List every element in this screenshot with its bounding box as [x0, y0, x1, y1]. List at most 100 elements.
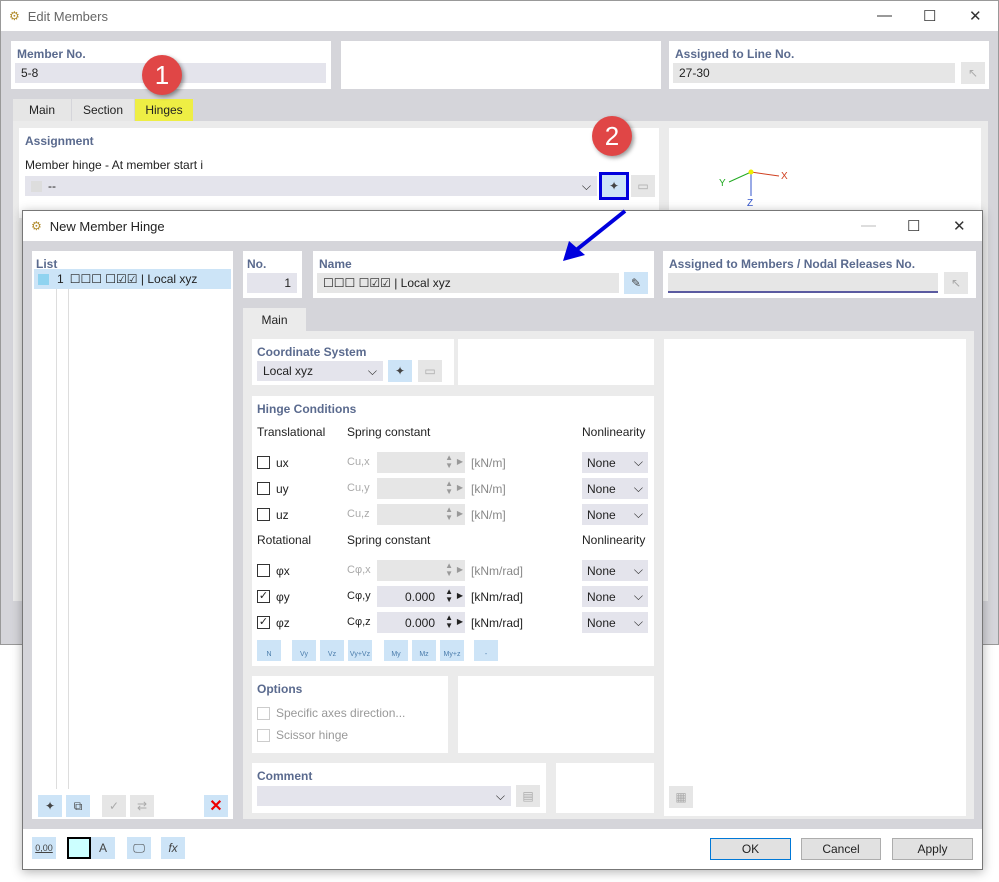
preset-4-button[interactable]: My [384, 640, 408, 661]
expand-arrow-icon[interactable]: ▶ [457, 617, 463, 626]
spinner-icon[interactable]: ▲ ▼ [445, 506, 453, 522]
check-items-button[interactable]: ✓ [102, 795, 126, 817]
delete-item-button[interactable]: ✕ [204, 795, 228, 817]
nonlinearity-select[interactable]: None ⌵ [582, 452, 648, 473]
spinner-icon[interactable]: ▲ ▼ [445, 588, 453, 604]
preset-label: - [484, 651, 488, 658]
dialog-title-bar: ⚙ New Member Hinge — ☐ ✕ [23, 211, 982, 241]
apply-button[interactable]: Apply [892, 838, 973, 860]
display-properties-button[interactable]: A [91, 837, 115, 859]
expand-arrow-icon[interactable]: ▶ [457, 591, 463, 600]
new-hinge-button[interactable]: ✦ [599, 172, 629, 200]
specific-axes-checkbox[interactable] [257, 707, 270, 720]
minimize-button[interactable]: — [877, 7, 892, 24]
preset-0-button[interactable]: N [257, 640, 281, 661]
close-button[interactable]: ✕ [953, 217, 966, 235]
close-button[interactable]: ✕ [969, 7, 982, 25]
assigned-input[interactable] [668, 273, 938, 293]
hinge-start-select[interactable]: -- ⌵ [25, 176, 597, 196]
units-button[interactable]: 0,00 [32, 837, 56, 859]
spring-constant-input[interactable]: ▲ ▼ ▶ [377, 560, 465, 581]
edit-name-button[interactable]: ✎ [624, 272, 648, 294]
φy-checkbox[interactable]: ✓ [257, 590, 270, 603]
hinge-conditions-label: Hinge Conditions [257, 402, 357, 416]
no-panel: No. 1 [243, 251, 302, 298]
renumber-button[interactable]: ⇄ [130, 795, 154, 817]
maximize-button[interactable]: ☐ [923, 7, 936, 25]
comment-library-button[interactable]: ▤ [516, 785, 540, 807]
axis-x-label: X [781, 171, 788, 182]
ux-checkbox[interactable] [257, 456, 270, 469]
maximize-button[interactable]: ☐ [907, 217, 920, 235]
nonlinearity-select[interactable]: None ⌵ [582, 586, 648, 607]
unit-label: [kN/m] [471, 482, 506, 496]
expand-arrow-icon[interactable]: ▶ [457, 457, 463, 466]
preset-5-button[interactable]: Mz [412, 640, 436, 661]
expand-arrow-icon[interactable]: ▶ [457, 483, 463, 492]
dof-label: φy [276, 590, 290, 604]
nonlinearity-select[interactable]: None ⌵ [582, 560, 648, 581]
unit-label: [kNm/rad] [471, 616, 524, 630]
φz-checkbox[interactable]: ✓ [257, 616, 270, 629]
ok-button[interactable]: OK [710, 838, 791, 860]
list-item[interactable]: 1 ☐☐☐ ☐☑☑ | Local xyz [34, 269, 231, 289]
cancel-button[interactable]: Cancel [801, 838, 881, 860]
spring-constant-input[interactable]: ▲ ▼ ▶ [377, 478, 465, 499]
assigned-line-input[interactable]: 27-30 [673, 63, 955, 83]
dialog-title: New Member Hinge [49, 218, 165, 234]
pick-members-button[interactable]: ↖ [944, 272, 968, 294]
preset-7-button[interactable]: - [474, 640, 498, 661]
minimize-button[interactable]: — [861, 217, 876, 234]
spinner-icon[interactable]: ▲ ▼ [445, 562, 453, 578]
spring-symbol: Cφ,y [347, 590, 371, 602]
spring-constant-input[interactable]: 0.000 ▲ ▼ ▶ [377, 612, 465, 633]
spring-symbol: Cφ,x [347, 564, 371, 576]
expand-arrow-icon[interactable]: ▶ [457, 565, 463, 574]
spring-constant-input[interactable]: ▲ ▼ ▶ [377, 452, 465, 473]
new-coord-button[interactable]: ✦ [388, 360, 412, 382]
options-panel: Options Specific axes direction... Sciss… [252, 676, 448, 753]
coord-label: Coordinate System [257, 345, 367, 359]
scissor-hinge-checkbox[interactable] [257, 729, 270, 742]
φx-checkbox[interactable] [257, 564, 270, 577]
preset-2-button[interactable]: Vz [320, 640, 344, 661]
blank-panel [341, 41, 661, 89]
coord-select[interactable]: Local xyz ⌵ [257, 361, 383, 381]
comment-input[interactable]: ⌵ [257, 786, 511, 806]
name-input[interactable]: ☐☐☐ ☐☑☑ | Local xyz [317, 273, 619, 293]
edit-hinge-button[interactable]: ▭ [631, 175, 655, 197]
expand-arrow-icon[interactable]: ▶ [457, 509, 463, 518]
nonlinearity-select[interactable]: None ⌵ [582, 612, 648, 633]
spring-symbol: Cu,x [347, 456, 370, 468]
tab-section[interactable]: Section [72, 99, 134, 121]
new-item-button[interactable]: ✦ [38, 795, 62, 817]
spring-constant-input[interactable]: 0.000 ▲ ▼ ▶ [377, 586, 465, 607]
preset-1-button[interactable]: Vy [292, 640, 316, 661]
view-button[interactable]: 🖵 [127, 837, 151, 859]
tab-main[interactable]: Main [243, 308, 306, 331]
tab-main[interactable]: Main [13, 99, 71, 121]
edit-coord-button[interactable]: ▭ [418, 360, 442, 382]
uy-checkbox[interactable] [257, 482, 270, 495]
spinner-icon[interactable]: ▲ ▼ [445, 614, 453, 630]
spinner-icon[interactable]: ▲ ▼ [445, 480, 453, 496]
spring-value: 0.000 [404, 615, 435, 630]
no-input[interactable]: 1 [247, 273, 297, 293]
color-button[interactable] [67, 837, 91, 859]
spring-constant-input[interactable]: ▲ ▼ ▶ [377, 504, 465, 525]
tab-hinges[interactable]: Hinges [135, 99, 193, 121]
hinge-start-label: Member hinge - At member start i [25, 158, 204, 172]
graphics-panel: ▦ [664, 339, 966, 816]
app-icon: ⚙ [9, 9, 20, 23]
graphics-options-button[interactable]: ▦ [669, 786, 693, 808]
preset-3-button[interactable]: Vy+Vz [348, 640, 372, 661]
copy-item-button[interactable]: ⧉ [66, 795, 90, 817]
spinner-icon[interactable]: ▲ ▼ [445, 454, 453, 470]
preset-6-button[interactable]: My+z [440, 640, 464, 661]
preset-label: My [391, 651, 401, 658]
nonlinearity-select[interactable]: None ⌵ [582, 478, 648, 499]
pick-line-button[interactable]: ↖ [961, 62, 985, 84]
uz-checkbox[interactable] [257, 508, 270, 521]
nonlinearity-select[interactable]: None ⌵ [582, 504, 648, 525]
formula-button[interactable]: fx [161, 837, 185, 859]
